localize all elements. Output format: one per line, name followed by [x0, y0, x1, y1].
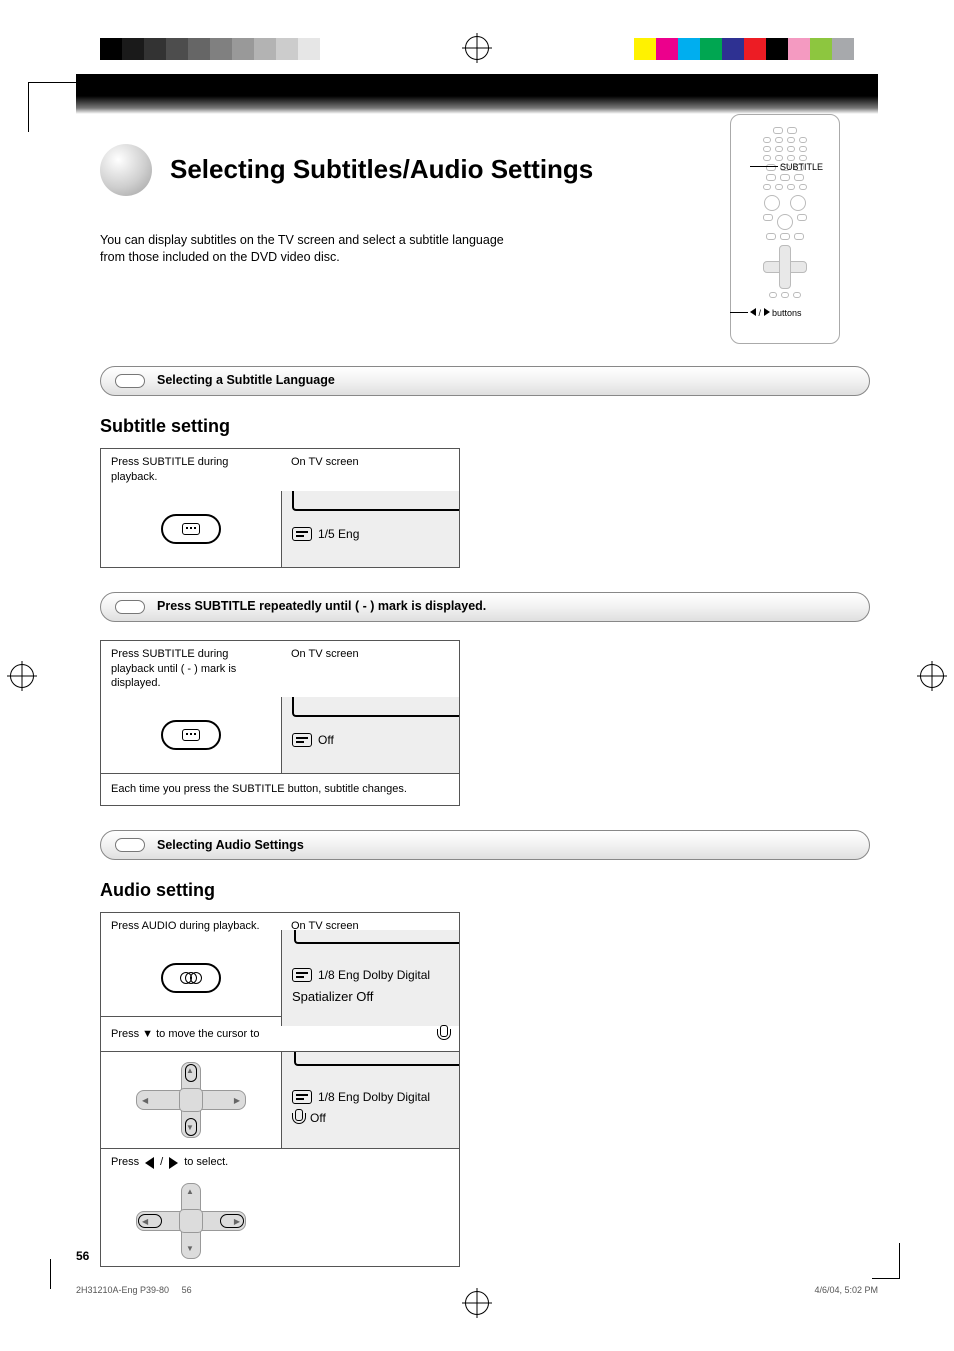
- footer-file: 2H31210A-Eng P39-80 56: [76, 1285, 192, 1295]
- subtitle-step-box-1: Press SUBTITLE during playback. On TV sc…: [100, 448, 460, 568]
- registration-mark-icon: [465, 36, 489, 60]
- subtitle-icon: [182, 729, 200, 741]
- step-text: Press ▼ to move the cursor to: [111, 1027, 259, 1042]
- section-bar-subtitle-language: Selecting a Subtitle Language: [100, 366, 870, 396]
- dpad-vertical-icon: ▲▼ ◀▶: [136, 1062, 246, 1138]
- intro-text: You can display subtitles on the TV scre…: [100, 232, 530, 266]
- osd-text: 1/8 Eng Dolby Digital: [318, 1089, 430, 1105]
- subtitle-step-box-2: Press SUBTITLE during playback until ( -…: [100, 640, 460, 806]
- subtitle-heading: Subtitle setting: [100, 414, 870, 438]
- crop-mark: [28, 82, 78, 132]
- osd-text: Off: [310, 1110, 326, 1126]
- karaoke-mic-icon: [437, 1025, 449, 1043]
- sphere-bullet-icon: [100, 144, 152, 196]
- step-caption-right: On TV screen: [281, 641, 459, 668]
- subtitle-osd-icon: [292, 527, 312, 541]
- audio-button-icon: [161, 963, 221, 993]
- registration-mark-icon: [10, 664, 34, 688]
- osd-display: 1/8 Eng Dolby Digital Off: [292, 1073, 430, 1127]
- section-bar-label: Press SUBTITLE repeatedly until ( - ) ma…: [157, 598, 486, 615]
- right-arrow-icon: [169, 1157, 178, 1169]
- subtitle-osd-icon: [292, 733, 312, 747]
- section-bar-audio: Selecting Audio Settings: [100, 830, 870, 860]
- registration-mark-icon: [920, 664, 944, 688]
- osd-text: Off: [318, 732, 334, 748]
- remote-callout-subtitle: SUBTITLE: [780, 162, 870, 173]
- osd-text: 1/5 Eng: [318, 526, 359, 542]
- left-arrow-icon: [145, 1157, 154, 1169]
- audio-icon: [180, 970, 202, 986]
- grayscale-swatches: [100, 38, 342, 60]
- footer-time: 4/6/04, 5:02 PM: [814, 1285, 878, 1295]
- audio-osd-icon: [292, 968, 312, 982]
- page-content: Selecting Subtitles/Audio Settings You c…: [100, 114, 870, 1267]
- step-text: to select.: [184, 1155, 228, 1170]
- step-text: Press: [111, 1155, 139, 1170]
- step-caption-left: Press SUBTITLE during playback until ( -…: [101, 641, 281, 698]
- osd-text: Spatializer Off: [292, 988, 430, 1006]
- karaoke-mic-icon: [292, 1109, 304, 1127]
- osd-display: 1/5 Eng: [292, 526, 359, 542]
- osd-text: 1/8 Eng Dolby Digital: [318, 967, 430, 983]
- audio-osd-icon: [292, 1090, 312, 1104]
- header-band: [76, 74, 878, 114]
- section-bar-subtitle-off: Press SUBTITLE repeatedly until ( - ) ma…: [100, 592, 870, 622]
- pill-icon: [115, 600, 145, 614]
- audio-heading: Audio setting: [100, 878, 870, 902]
- page-number: 56: [76, 1249, 89, 1263]
- crop-mark: [872, 1243, 900, 1279]
- dpad-horizontal-icon: ▲▼ ◀▶: [136, 1183, 246, 1259]
- page-title: Selecting Subtitles/Audio Settings: [170, 152, 593, 187]
- osd-display: 1/8 Eng Dolby Digital Spatializer Off: [292, 951, 430, 1005]
- section-bar-label: Selecting a Subtitle Language: [157, 372, 335, 389]
- audio-step-box: Press AUDIO during playback. On TV scree…: [100, 912, 460, 1267]
- remote-callout-dpad: / ▲ / ▼ / ◀ / ▶ buttons buttons: [750, 308, 880, 319]
- pill-icon: [115, 838, 145, 852]
- crop-mark: [50, 1259, 60, 1289]
- color-swatches: [634, 38, 854, 60]
- subtitle-icon: [182, 523, 200, 535]
- registration-mark-icon: [465, 1291, 489, 1315]
- subtitle-button-icon: [161, 720, 221, 750]
- step-caption-left: Press SUBTITLE during playback.: [101, 449, 281, 491]
- osd-display: Off: [292, 732, 334, 748]
- step-caption-right: On TV screen: [281, 449, 459, 476]
- step-note: Each time you press the SUBTITLE button,…: [101, 773, 459, 805]
- subtitle-button-icon: [161, 514, 221, 544]
- pill-icon: [115, 374, 145, 388]
- section-bar-label: Selecting Audio Settings: [157, 837, 304, 854]
- step-caption-left: Press AUDIO during playback.: [101, 913, 281, 940]
